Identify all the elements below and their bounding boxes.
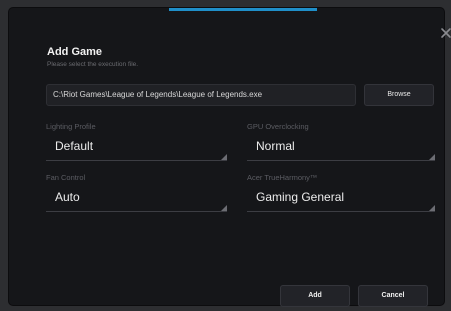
accent-bar <box>169 8 317 11</box>
fan-control-value: Auto <box>55 190 80 204</box>
dropdown-corner-icon <box>429 205 435 211</box>
lighting-profile-value: Default <box>55 139 94 153</box>
dropdown-corner-icon <box>221 154 227 160</box>
add-button[interactable]: Add <box>280 285 350 307</box>
execution-path-value: C:\Riot Games\League of Legends\League o… <box>53 90 263 99</box>
trueharmony-label: Acer TrueHarmony™ <box>247 173 318 182</box>
dialog-title: Add Game <box>47 46 103 58</box>
gpu-overclocking-value: Normal <box>256 139 295 153</box>
trueharmony-select[interactable]: Gaming General <box>247 188 435 212</box>
lighting-profile-select[interactable]: Default <box>46 137 227 161</box>
fan-control-select[interactable]: Auto <box>46 188 227 212</box>
browse-button[interactable]: Browse <box>364 84 434 106</box>
gpu-overclocking-select[interactable]: Normal <box>247 137 435 161</box>
execution-path-input[interactable]: C:\Riot Games\League of Legends\League o… <box>46 84 356 106</box>
cancel-button[interactable]: Cancel <box>358 285 428 307</box>
close-icon[interactable] <box>439 26 451 40</box>
lighting-profile-label: Lighting Profile <box>46 122 96 131</box>
gpu-overclocking-label: GPU Overclocking <box>247 122 309 131</box>
trueharmony-value: Gaming General <box>256 190 345 204</box>
add-game-dialog: Add Game Please select the execution fil… <box>9 8 451 307</box>
fan-control-label: Fan Control <box>46 173 86 182</box>
dropdown-corner-icon <box>221 205 227 211</box>
dropdown-corner-icon <box>429 154 435 160</box>
dialog-subtitle: Please select the execution file. <box>47 61 139 68</box>
